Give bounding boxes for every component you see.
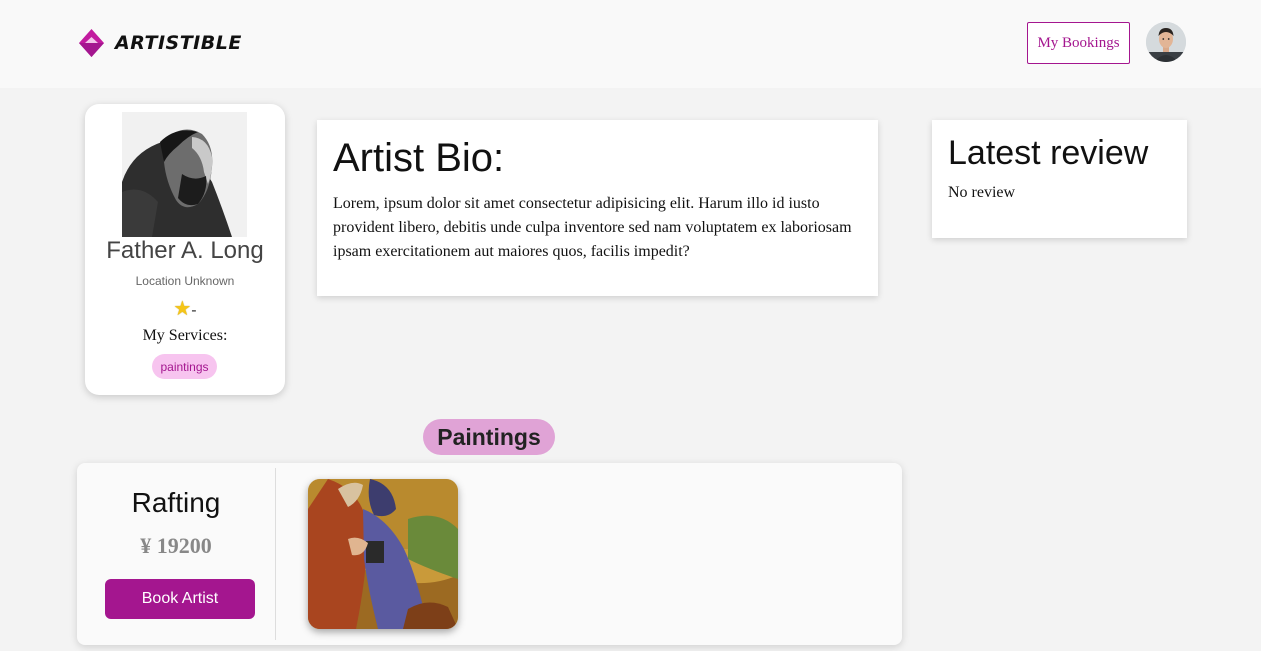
top-header: ARTISTIBLE My Bookings — [0, 0, 1261, 88]
artist-location: Location Unknown — [135, 274, 235, 288]
artist-rating: ★- — [85, 296, 285, 321]
service-listing: Rafting ¥ 19200 Book Artist — [77, 463, 902, 645]
service-tag[interactable]: paintings — [152, 354, 217, 379]
rating-value: - — [191, 302, 197, 319]
review-text: No review — [948, 184, 1016, 201]
artwork-thumbnail[interactable] — [308, 479, 458, 629]
book-artist-button[interactable]: Book Artist — [105, 579, 255, 619]
logo-diamond-icon — [78, 28, 105, 58]
category-heading: Paintings — [423, 419, 555, 455]
my-bookings-button[interactable]: My Bookings — [1027, 22, 1130, 64]
services-title: My Services: — [142, 327, 228, 344]
artist-bio-card: Artist Bio: Lorem, ipsum dolor sit amet … — [317, 120, 878, 296]
bio-title: Artist Bio: — [333, 136, 505, 180]
artist-photo — [122, 112, 247, 237]
divider — [275, 468, 276, 640]
latest-review-card: Latest review No review — [932, 120, 1187, 238]
bio-text: Lorem, ipsum dolor sit amet consectetur … — [333, 195, 852, 260]
service-name: Rafting — [131, 487, 221, 518]
star-icon: ★ — [173, 298, 192, 320]
service-price: ¥ 19200 — [140, 533, 212, 558]
logo[interactable]: ARTISTIBLE — [78, 28, 242, 58]
review-title: Latest review — [948, 134, 1149, 172]
user-avatar[interactable] — [1146, 22, 1186, 62]
logo-text: ARTISTIBLE — [115, 32, 242, 54]
artist-name: Father A. Long — [106, 237, 264, 264]
artist-profile-card: Father A. Long Location Unknown ★- My Se… — [85, 104, 285, 395]
